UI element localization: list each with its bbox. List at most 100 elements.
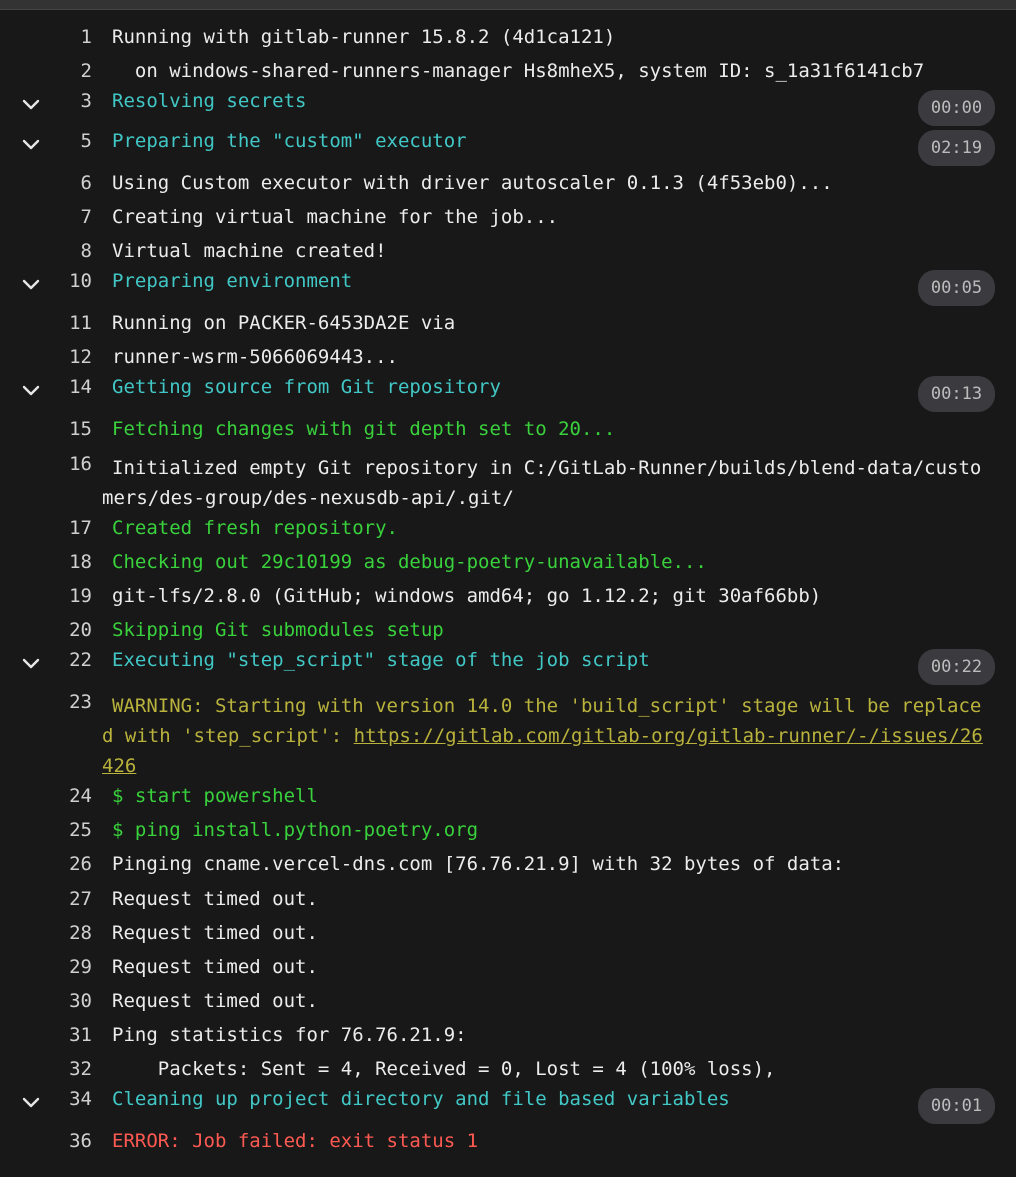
line-text: Checking out 29c10199 as debug-poetry-un… bbox=[112, 550, 707, 573]
line-number[interactable]: 30 bbox=[42, 990, 92, 1012]
line-number[interactable]: 16 bbox=[42, 453, 92, 475]
duration-badge: 00:00 bbox=[918, 90, 995, 127]
log-line: 15 Fetching changes with git depth set t… bbox=[0, 415, 1016, 449]
log-line: 12 runner-wsrm-5066069443... bbox=[0, 343, 1016, 375]
line-number[interactable]: 25 bbox=[42, 819, 92, 841]
line-text: Virtual machine created! bbox=[112, 240, 387, 263]
line-number[interactable]: 3 bbox=[42, 90, 92, 112]
line-number[interactable]: 8 bbox=[42, 240, 92, 262]
line-number[interactable]: 12 bbox=[42, 346, 92, 368]
line-text: Request timed out. bbox=[112, 887, 318, 910]
section-header-cleanup[interactable]: 34 Cleaning up project directory and fil… bbox=[0, 1087, 1016, 1127]
line-text: on windows-shared-runners-manager Hs8mhe… bbox=[112, 60, 925, 83]
line-number[interactable]: 36 bbox=[42, 1130, 92, 1152]
log-line: 24 $ start powershell bbox=[0, 782, 1016, 816]
line-number[interactable]: 31 bbox=[42, 1024, 92, 1046]
chevron-down-icon[interactable] bbox=[20, 93, 42, 115]
line-text: git-lfs/2.8.0 (GitHub; windows amd64; go… bbox=[112, 584, 822, 607]
log-line: 7 Creating virtual machine for the job..… bbox=[0, 203, 1016, 237]
section-header-preparing-executor[interactable]: 5 Preparing the "custom" executor 02:19 bbox=[0, 129, 1016, 169]
log-line: 6 Using Custom executor with driver auto… bbox=[0, 169, 1016, 203]
line-number[interactable]: 11 bbox=[42, 312, 92, 334]
log-line: 36 ERROR: Job failed: exit status 1 bbox=[0, 1127, 1016, 1161]
line-number[interactable]: 27 bbox=[42, 888, 92, 910]
line-number[interactable]: 28 bbox=[42, 922, 92, 944]
line-text: Running on PACKER-6453DA2E via bbox=[112, 312, 456, 335]
line-text: Request timed out. bbox=[112, 990, 318, 1013]
chevron-down-icon[interactable] bbox=[20, 1091, 42, 1113]
line-text: Creating virtual machine for the job... bbox=[112, 206, 559, 229]
section-title: Cleaning up project directory and file b… bbox=[112, 1088, 730, 1111]
section-title: Resolving secrets bbox=[112, 90, 307, 113]
section-header-preparing-environment[interactable]: 10 Preparing environment 00:05 bbox=[0, 269, 1016, 309]
line-number[interactable]: 1 bbox=[42, 26, 92, 48]
section-header-get-sources[interactable]: 14 Getting source from Git repository 00… bbox=[0, 375, 1016, 415]
duration-badge: 00:01 bbox=[918, 1088, 995, 1125]
line-number[interactable]: 18 bbox=[42, 551, 92, 573]
line-number[interactable]: 22 bbox=[42, 649, 92, 671]
line-text: WARNING: Starting with version 14.0 the … bbox=[102, 691, 992, 781]
line-number[interactable]: 26 bbox=[42, 853, 92, 875]
line-number[interactable]: 10 bbox=[42, 270, 92, 292]
log-line: 2 on windows-shared-runners-manager Hs8m… bbox=[0, 57, 1016, 89]
line-number[interactable]: 19 bbox=[42, 585, 92, 607]
line-number[interactable]: 14 bbox=[42, 376, 92, 398]
error-line-text: ERROR: Job failed: exit status 1 bbox=[112, 1130, 479, 1153]
section-header-resolving-secrets[interactable]: 3 Resolving secrets 00:00 bbox=[0, 89, 1016, 129]
log-line: 30 Request timed out. bbox=[0, 987, 1016, 1021]
line-number[interactable]: 17 bbox=[42, 517, 92, 539]
duration-badge: 00:13 bbox=[918, 376, 995, 413]
log-line: 17 Created fresh repository. bbox=[0, 514, 1016, 548]
log-line: 28 Request timed out. bbox=[0, 919, 1016, 953]
section-header-step-script[interactable]: 22 Executing "step_script" stage of the … bbox=[0, 648, 1016, 688]
line-number[interactable]: 15 bbox=[42, 418, 92, 440]
line-number[interactable]: 7 bbox=[42, 206, 92, 228]
line-text: Running with gitlab-runner 15.8.2 (4d1ca… bbox=[112, 26, 616, 48]
line-number[interactable]: 29 bbox=[42, 956, 92, 978]
section-title: Executing "step_script" stage of the job… bbox=[112, 649, 650, 672]
duration-badge: 02:19 bbox=[918, 130, 995, 167]
log-line: 29 Request timed out. bbox=[0, 953, 1016, 987]
duration-badge: 00:22 bbox=[918, 649, 995, 686]
duration-badge: 00:05 bbox=[918, 270, 995, 307]
chevron-down-icon[interactable] bbox=[20, 133, 42, 155]
chevron-down-icon[interactable] bbox=[20, 273, 42, 295]
line-text: Fetching changes with git depth set to 2… bbox=[112, 418, 616, 441]
line-text: Pinging cname.vercel-dns.com [76.76.21.9… bbox=[112, 853, 845, 876]
line-number[interactable]: 5 bbox=[42, 130, 92, 152]
line-number[interactable]: 34 bbox=[42, 1088, 92, 1110]
line-number[interactable]: 24 bbox=[42, 785, 92, 807]
log-line: 20 Skipping Git submodules setup bbox=[0, 616, 1016, 648]
line-text: Request timed out. bbox=[112, 955, 318, 978]
log-line: 23 WARNING: Starting with version 14.0 t… bbox=[0, 688, 1016, 782]
log-line: 26 Pinging cname.vercel-dns.com [76.76.2… bbox=[0, 850, 1016, 884]
job-log: 1 Running with gitlab-runner 15.8.2 (4d1… bbox=[0, 23, 1016, 1162]
line-text: Skipping Git submodules setup bbox=[112, 619, 444, 642]
log-line: 31 Ping statistics for 76.76.21.9: bbox=[0, 1021, 1016, 1055]
line-text: Ping statistics for 76.76.21.9: bbox=[112, 1024, 467, 1047]
chevron-down-icon[interactable] bbox=[20, 379, 42, 401]
line-number[interactable]: 6 bbox=[42, 172, 92, 194]
log-line: 18 Checking out 29c10199 as debug-poetry… bbox=[0, 548, 1016, 582]
log-line: 32 Packets: Sent = 4, Received = 0, Lost… bbox=[0, 1055, 1016, 1087]
log-line: 25 $ ping install.python-poetry.org bbox=[0, 816, 1016, 850]
section-title: Preparing environment bbox=[112, 270, 353, 293]
section-title: Getting source from Git repository bbox=[112, 376, 501, 399]
log-line: 16 Initialized empty Git repository in C… bbox=[0, 450, 1016, 514]
line-number[interactable]: 23 bbox=[42, 691, 92, 713]
line-text: Packets: Sent = 4, Received = 0, Lost = … bbox=[112, 1058, 776, 1081]
line-number[interactable]: 2 bbox=[42, 60, 92, 82]
line-text: runner-wsrm-5066069443... bbox=[112, 346, 398, 369]
top-toolbar bbox=[0, 0, 1016, 10]
line-text: Initialized empty Git repository in C:/G… bbox=[102, 456, 982, 509]
log-line: 1 Running with gitlab-runner 15.8.2 (4d1… bbox=[0, 23, 1016, 57]
chevron-down-icon[interactable] bbox=[20, 652, 42, 674]
line-text: Request timed out. bbox=[112, 921, 318, 944]
log-line: 11 Running on PACKER-6453DA2E via bbox=[0, 309, 1016, 343]
line-text: Using Custom executor with driver autosc… bbox=[112, 171, 833, 194]
line-text: Created fresh repository. bbox=[112, 516, 398, 539]
line-number[interactable]: 32 bbox=[42, 1058, 92, 1080]
log-line: 27 Request timed out. bbox=[0, 885, 1016, 919]
log-line: 19 git-lfs/2.8.0 (GitHub; windows amd64;… bbox=[0, 582, 1016, 616]
line-number[interactable]: 20 bbox=[42, 619, 92, 641]
